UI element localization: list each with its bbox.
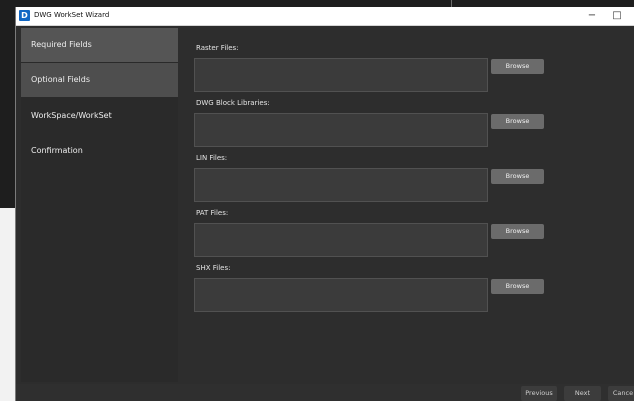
lin-files-label: LIN Files: [196,154,228,162]
cancel-button[interactable]: Cance [608,386,634,401]
sidebar-item-optional-fields[interactable]: Optional Fields [21,63,178,97]
dwg-block-libraries-label: DWG Block Libraries: [196,99,270,107]
pat-files-browse-button[interactable]: Browse [491,224,544,239]
sidebar-item-workspace-workset[interactable]: WorkSpace/WorkSet [21,99,178,133]
dwg-block-libraries-field[interactable] [194,113,488,147]
app-icon: D [19,10,30,21]
optional-fields-panel: Raster Files: Browse DWG Block Libraries… [178,28,634,382]
raster-files-browse-button[interactable]: Browse [491,59,544,74]
raster-files-label: Raster Files: [196,44,239,52]
maximize-icon[interactable]: □ [606,8,628,24]
wizard-window: D DWG WorkSet Wizard − □ ✕ Required Fiel… [15,7,634,401]
lin-files-field[interactable] [194,168,488,202]
minimize-icon[interactable]: − [581,8,603,24]
close-icon[interactable]: ✕ [629,8,634,24]
sidebar-item-confirmation[interactable]: Confirmation [21,134,178,168]
previous-button[interactable]: Previous [521,386,557,401]
next-button[interactable]: Next [564,386,601,401]
wizard-step-sidebar: Required Fields Optional Fields WorkSpac… [21,28,178,382]
dwg-block-libraries-browse-button[interactable]: Browse [491,114,544,129]
background-light-panel [0,208,16,401]
pat-files-label: PAT Files: [196,209,229,217]
lin-files-browse-button[interactable]: Browse [491,169,544,184]
shx-files-field[interactable] [194,278,488,312]
window-title: DWG WorkSet Wizard [34,11,110,19]
sidebar-item-required-fields[interactable]: Required Fields [21,28,178,62]
pat-files-field[interactable] [194,223,488,257]
wizard-footer: Previous Next Cance [16,384,634,401]
shx-files-label: SHX Files: [196,264,231,272]
raster-files-field[interactable] [194,58,488,92]
title-bar[interactable]: D DWG WorkSet Wizard − □ ✕ [16,7,634,26]
shx-files-browse-button[interactable]: Browse [491,279,544,294]
